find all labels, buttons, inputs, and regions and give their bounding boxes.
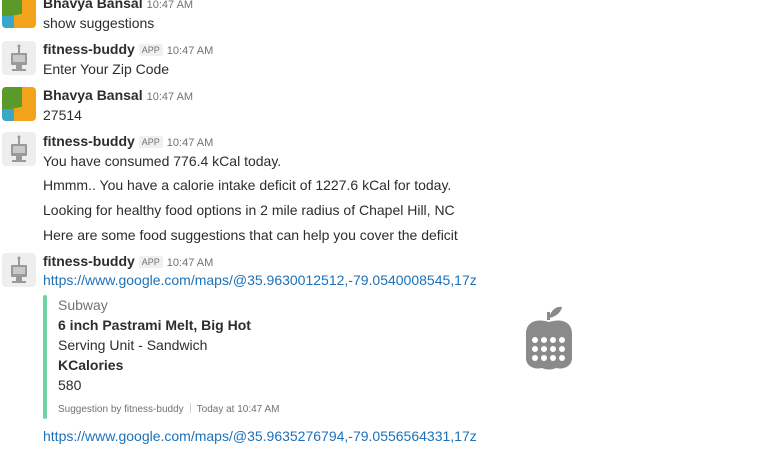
attachment-provider: Subway <box>58 297 108 313</box>
maps-link[interactable]: https://www.google.com/maps/@35.96300125… <box>43 271 477 289</box>
sender-name[interactable]: fitness-buddy <box>43 41 135 57</box>
apple-calculator-icon <box>520 304 578 372</box>
message-text: Enter Your Zip Code <box>43 61 170 77</box>
bot-avatar[interactable] <box>2 253 36 287</box>
message-text: 27514 <box>43 107 82 123</box>
app-badge: APP <box>138 136 163 148</box>
bot-avatar[interactable] <box>2 132 36 166</box>
timestamp[interactable]: 10:47 AM <box>167 137 213 149</box>
robot-icon <box>11 135 27 162</box>
attachment-footer-source: Suggestion by fitness-buddy <box>58 404 184 415</box>
timestamp[interactable]: 10:47 AM <box>147 91 193 103</box>
user-avatar[interactable] <box>2 87 36 121</box>
maps-link-2[interactable]: https://www.google.com/maps/@35.96352767… <box>43 427 477 445</box>
message-header: fitness-buddy APP 10:47 AM <box>43 40 213 60</box>
robot-icon <box>11 44 27 71</box>
attachment-footer-time[interactable]: Today at 10:47 AM <box>197 404 280 415</box>
attachment-serving: Serving Unit - Sandwich <box>58 337 208 353</box>
message-header: Bhavya Bansal 10:47 AM <box>43 0 193 14</box>
timestamp[interactable]: 10:47 AM <box>167 45 213 57</box>
app-badge: APP <box>138 44 163 56</box>
sender-name[interactable]: fitness-buddy <box>43 133 135 149</box>
attachment-field-value: 580 <box>58 377 82 393</box>
robot-icon <box>11 256 27 283</box>
message-text: Hmmm.. You have a calorie intake deficit… <box>43 177 452 193</box>
message-header: Bhavya Bansal 10:47 AM <box>43 86 193 106</box>
attachment-title: 6 inch Pastrami Melt, Big Hot <box>58 317 251 333</box>
message-header: fitness-buddy APP 10:47 AM <box>43 132 213 152</box>
message-text: Looking for healthy food options in 2 mi… <box>43 202 455 218</box>
message-header: fitness-buddy APP 10:47 AM <box>43 252 213 272</box>
attachment-footer: Suggestion by fitness-buddy Today at 10:4… <box>58 403 279 415</box>
app-badge: APP <box>138 256 163 268</box>
user-avatar[interactable] <box>2 0 36 28</box>
message-text: show suggestions <box>43 15 155 31</box>
sender-name[interactable]: fitness-buddy <box>43 253 135 269</box>
message-text: Here are some food suggestions that can … <box>43 227 458 243</box>
attachment-field-title: KCalories <box>58 357 124 373</box>
sender-name[interactable]: Bhavya Bansal <box>43 0 143 11</box>
attachment-bar <box>43 295 47 419</box>
message-text: You have consumed 776.4 kCal today. <box>43 153 282 169</box>
sender-name[interactable]: Bhavya Bansal <box>43 87 143 103</box>
timestamp[interactable]: 10:47 AM <box>147 0 193 11</box>
timestamp[interactable]: 10:47 AM <box>167 257 213 269</box>
bot-avatar[interactable] <box>2 41 36 75</box>
